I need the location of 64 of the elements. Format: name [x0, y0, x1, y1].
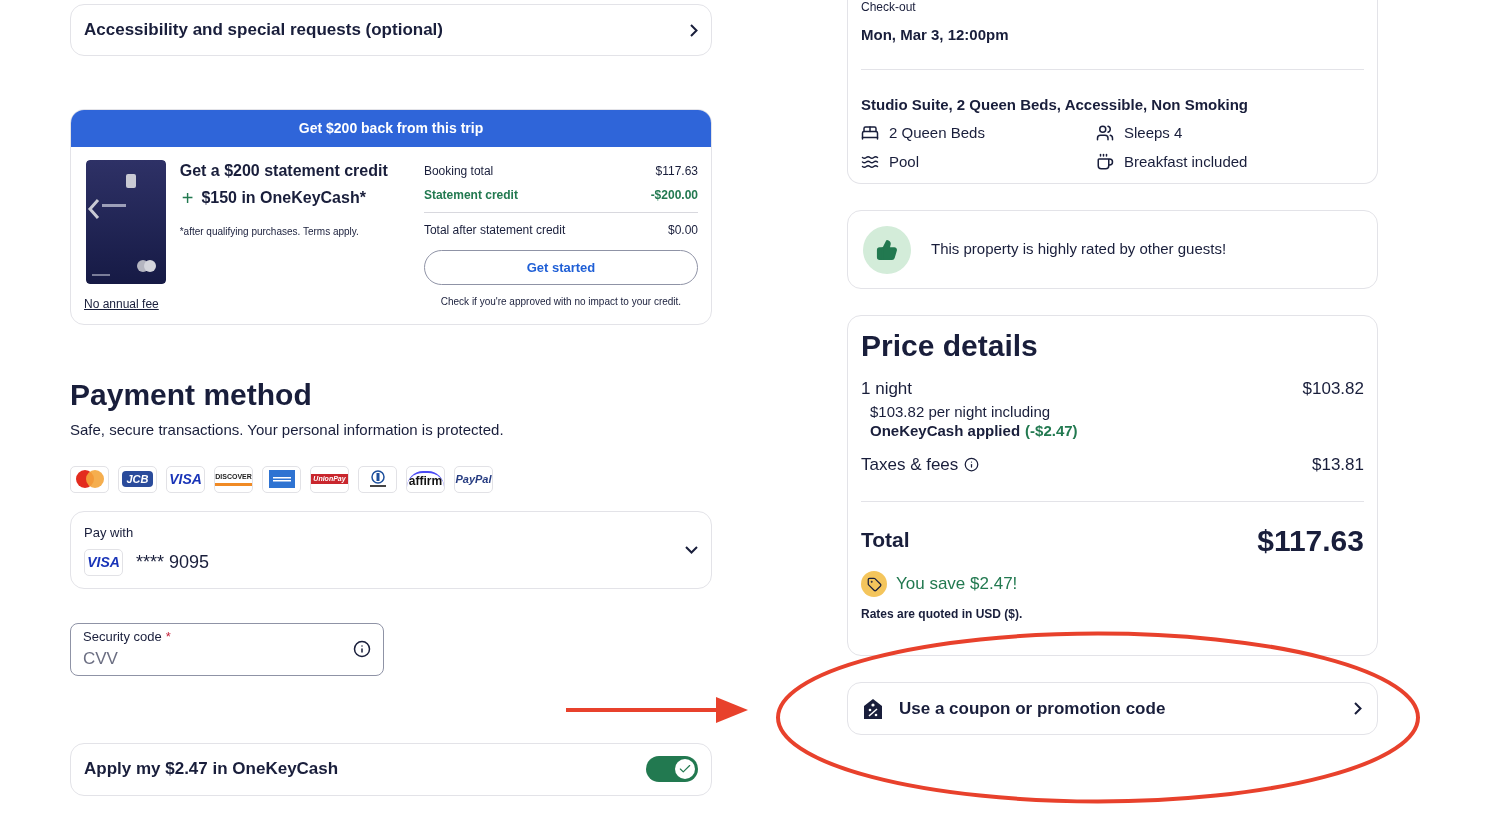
paypal-logo: PayPal	[455, 471, 492, 487]
required-mark: *	[165, 627, 171, 646]
onekeycash-label: Apply my $2.47 in OneKeyCash	[84, 758, 339, 781]
amex-logo-icon	[268, 470, 295, 488]
check-icon	[678, 762, 692, 776]
amenity-text: Breakfast included	[1124, 151, 1248, 172]
jcb-logo: JCB	[122, 470, 153, 488]
pay-with-label: Pay with	[84, 524, 135, 543]
price-details-heading: Price details	[861, 328, 1039, 364]
thumbs-up-icon	[863, 225, 911, 274]
no-annual-fee-link[interactable]: No annual fee	[84, 295, 180, 313]
info-icon	[353, 640, 371, 658]
rating-text: This property is highly rated by other guests!	[931, 239, 1227, 260]
summary-value: $117.63	[655, 163, 698, 180]
chevron-right-icon	[690, 23, 698, 37]
taxes-value: $13.81	[1312, 453, 1364, 476]
night-price: $103.82	[1302, 378, 1364, 400]
summary-label: Statement credit	[423, 187, 518, 204]
cvv-input[interactable]: CVV	[83, 646, 283, 672]
accessibility-requests-row[interactable]: Accessibility and special requests (optional)	[70, 4, 712, 56]
credit-check-note: Check if you're approved with no impact to your credit.	[439, 295, 683, 309]
summary-label: Booking total	[423, 163, 494, 180]
chevron-down-icon	[685, 545, 698, 554]
coupon-row[interactable]: Use a coupon or promotion code	[847, 682, 1378, 735]
people-icon	[1096, 124, 1114, 143]
plus-sign: +	[181, 188, 194, 208]
checkout-date: Mon, Mar 3, 12:00pm	[861, 25, 1010, 45]
onekeycash-applied: OneKeyCash applied	[870, 420, 1021, 440]
summary-value: -$200.00	[650, 187, 698, 204]
summary-value: $0.00	[667, 222, 698, 239]
currency-note: Rates are quoted in USD ($).	[861, 607, 1024, 621]
amenity-text: Pool	[889, 151, 920, 172]
visa-logo: VISA	[84, 548, 123, 576]
onekeycash-amount: (-$2.47)	[1025, 420, 1078, 440]
affirm-logo: affirm	[407, 471, 444, 487]
payment-method-heading: Payment method	[70, 377, 313, 413]
promo-banner: Get $200 back from this trip	[71, 110, 711, 147]
taxes-label: Taxes & fees	[861, 453, 959, 476]
savings-text: You save $2.47!	[896, 573, 1018, 596]
night-label: 1 night	[861, 378, 913, 400]
amenity-text: 2 Queen Beds	[889, 123, 985, 143]
room-title: Studio Suite, 2 Queen Beds, Accessible, Non Smoking	[861, 94, 1250, 115]
info-icon	[964, 456, 980, 472]
pay-with-dropdown[interactable]: Pay with VISA **** 9095	[70, 510, 712, 589]
bed-icon	[861, 124, 879, 143]
total-value: $117.63	[1257, 523, 1364, 559]
chevron-right-icon	[1354, 702, 1362, 715]
card-number: **** 9095	[136, 550, 210, 574]
field-label: Security code	[83, 627, 162, 646]
security-code-field[interactable]: Security code * CVV	[70, 622, 384, 676]
night-detail: $103.82 per night including	[870, 401, 1052, 421]
coupon-tag-icon	[863, 697, 883, 720]
checkout-label: Check-out	[861, 0, 917, 14]
promo-bonus: $150 in OneKeyCash*	[201, 188, 366, 208]
tag-icon	[861, 571, 887, 597]
visa-logo: VISA	[169, 469, 202, 489]
cup-icon	[1096, 152, 1114, 171]
amenity-text: Sleeps 4	[1124, 123, 1183, 143]
toggle-switch[interactable]	[646, 756, 698, 782]
summary-label: Total after statement credit	[423, 222, 566, 239]
fine-print: *after qualifying purchases. Terms apply.	[179, 225, 360, 239]
total-label: Total	[861, 526, 910, 553]
payment-subtitle: Safe, secure transactions. Your personal information is protected.	[70, 420, 505, 440]
promo-headline: Get a $200 statement credit	[179, 161, 389, 181]
